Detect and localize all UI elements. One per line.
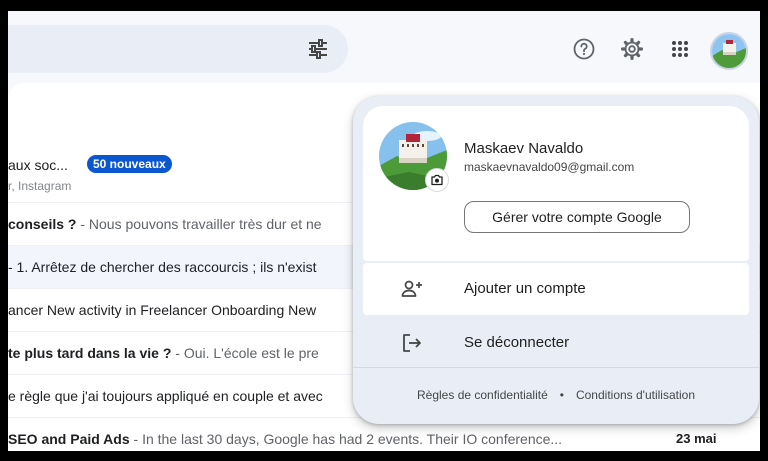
email-snippet: - In the last 30 days, Google has had 2 … xyxy=(129,431,563,447)
footer-separator: • xyxy=(559,388,564,402)
email-senders: r, Instagram xyxy=(8,179,72,193)
account-panel: Maskaev Navaldo maskaevnavaldo09@gmail.c… xyxy=(353,96,759,424)
add-account-item[interactable]: Ajouter un compte xyxy=(363,263,749,315)
add-person-icon xyxy=(400,277,424,301)
gmail-window: aux soc... 50 nouveaux r, Instagram cons… xyxy=(8,11,760,451)
camera-icon[interactable] xyxy=(425,168,449,192)
email-subject: ancer New activity in Freelancer Onboard… xyxy=(8,302,317,318)
email-subject: e règle que j'ai toujours appliqué en co… xyxy=(8,388,323,404)
email-subject: SEO and Paid Ads xyxy=(8,431,130,447)
email-subject: aux soc... xyxy=(8,157,68,173)
apps-grid-icon[interactable] xyxy=(668,37,692,61)
privacy-link[interactable]: Règles de confidentialité xyxy=(417,388,548,402)
add-account-label: Ajouter un compte xyxy=(464,280,586,297)
email-snippet: - Nous pouvons travailler très dur et ne xyxy=(76,216,322,232)
terms-link[interactable]: Conditions d'utilisation xyxy=(576,388,695,402)
account-avatar[interactable] xyxy=(710,32,748,70)
sign-out-label: Se déconnecter xyxy=(464,334,570,351)
top-bar xyxy=(8,11,760,83)
email-subject: conseils ? xyxy=(8,216,77,232)
help-icon[interactable] xyxy=(572,37,596,61)
account-email: maskaevnavaldo09@gmail.com xyxy=(464,160,635,174)
email-snippet: - Oui. L'école est le pre xyxy=(171,345,319,361)
account-card: Maskaev Navaldo maskaevnavaldo09@gmail.c… xyxy=(363,106,749,261)
tune-icon[interactable] xyxy=(306,37,330,61)
divider xyxy=(353,367,759,368)
email-subject: te plus tard dans la vie ? xyxy=(8,345,172,361)
account-footer: Règles de confidentialité • Conditions d'u… xyxy=(353,388,759,402)
search-bar[interactable] xyxy=(8,25,348,73)
logout-icon xyxy=(400,331,424,355)
email-subject: - 1. Arrêtez de chercher des raccourcis … xyxy=(8,259,317,275)
email-date: 23 mai xyxy=(676,431,717,446)
settings-icon[interactable] xyxy=(620,37,644,61)
manage-account-button[interactable]: Gérer votre compte Google xyxy=(464,201,690,233)
new-count-badge: 50 nouveaux xyxy=(87,155,172,173)
sign-out-item[interactable]: Se déconnecter xyxy=(363,317,749,369)
account-name: Maskaev Navaldo xyxy=(464,140,584,157)
